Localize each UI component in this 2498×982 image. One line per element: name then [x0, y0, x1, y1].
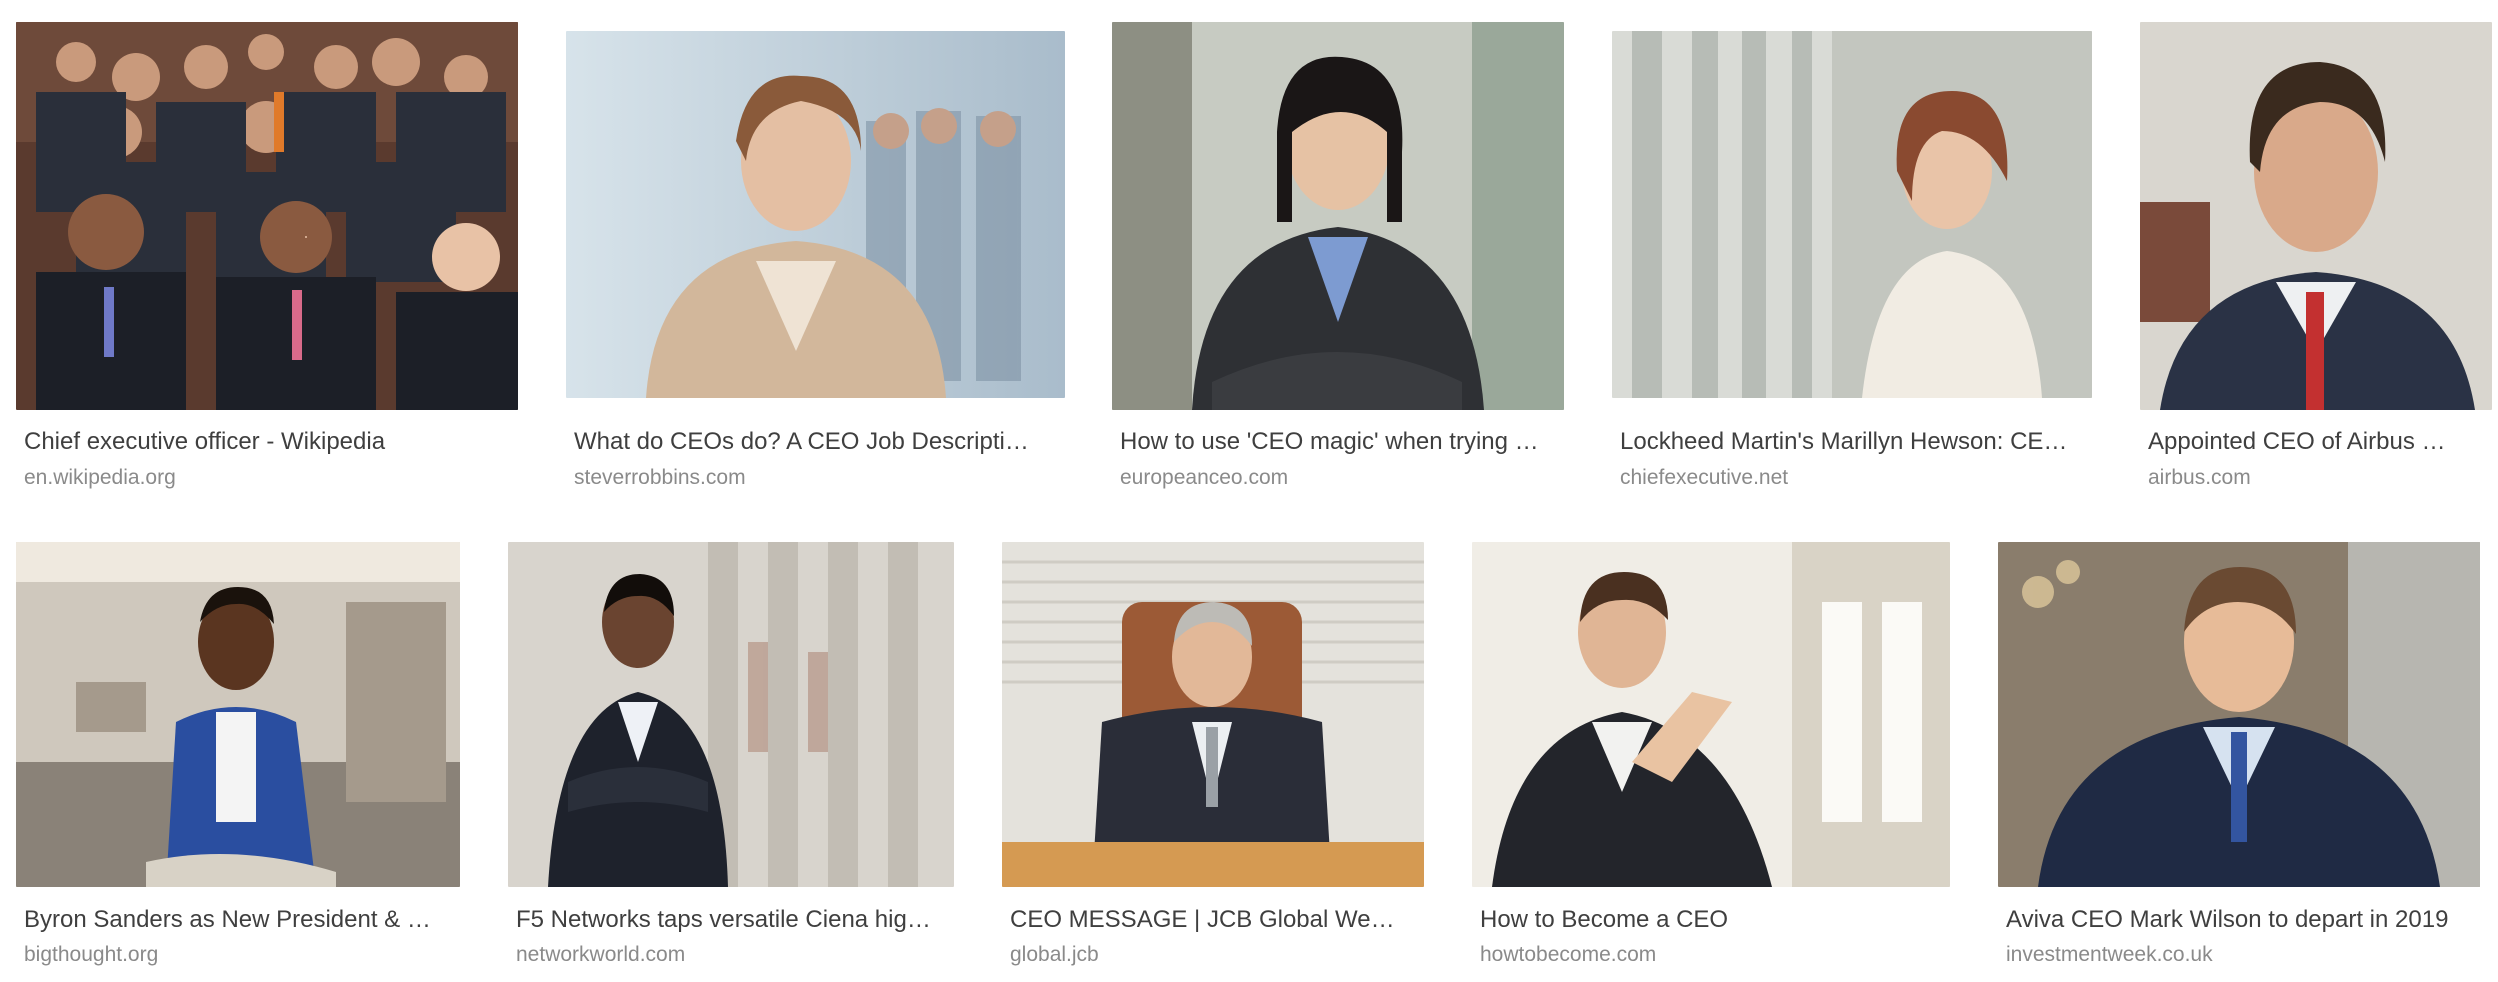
result-image[interactable]: [566, 31, 1065, 398]
result-image[interactable]: [1002, 542, 1424, 887]
result-title[interactable]: Chief executive officer - Wikipedia: [24, 427, 524, 457]
result-title[interactable]: Aviva CEO Mark Wilson to depart in 2019: [2006, 905, 2476, 935]
result-title[interactable]: F5 Networks taps versatile Ciena hig…: [516, 905, 956, 935]
result-tile[interactable]: Byron Sanders as New President & … bigth…: [0, 520, 480, 982]
result-source[interactable]: airbus.com: [2148, 465, 2478, 491]
result-tile[interactable]: CEO MESSAGE | JCB Global We… global.jcb: [990, 520, 1450, 982]
result-tile[interactable]: Chief executive officer - Wikipedia en.w…: [0, 0, 530, 500]
result-title[interactable]: Appointed CEO of Airbus …: [2148, 427, 2478, 457]
result-title[interactable]: Lockheed Martin's Marillyn Hewson: CE…: [1620, 427, 2092, 457]
result-title[interactable]: CEO MESSAGE | JCB Global We…: [1010, 905, 1430, 935]
result-source[interactable]: en.wikipedia.org: [24, 465, 524, 491]
result-source[interactable]: chiefexecutive.net: [1620, 465, 2092, 491]
result-title[interactable]: How to Become a CEO: [1480, 905, 1950, 935]
result-tile[interactable]: What do CEOs do? A CEO Job Descripti… st…: [560, 0, 1080, 500]
result-source[interactable]: steverrobbins.com: [574, 465, 1072, 491]
result-title[interactable]: Byron Sanders as New President & …: [24, 905, 454, 935]
result-source[interactable]: investmentweek.co.uk: [2006, 942, 2476, 968]
result-image[interactable]: [16, 542, 460, 887]
result-tile[interactable]: How to use 'CEO magic' when trying … eur…: [1100, 0, 1590, 500]
result-image[interactable]: [2140, 22, 2492, 410]
result-source[interactable]: networkworld.com: [516, 942, 956, 968]
result-image[interactable]: [16, 22, 518, 410]
result-source[interactable]: howtobecome.com: [1480, 942, 1950, 968]
result-title[interactable]: How to use 'CEO magic' when trying …: [1120, 427, 1582, 457]
result-image[interactable]: [508, 542, 954, 887]
result-source[interactable]: europeanceo.com: [1120, 465, 1582, 491]
result-image[interactable]: [1112, 22, 1564, 410]
result-image[interactable]: [1612, 31, 2092, 398]
result-tile[interactable]: Appointed CEO of Airbus … airbus.com: [2130, 0, 2498, 500]
result-tile[interactable]: F5 Networks taps versatile Ciena hig… ne…: [490, 520, 970, 982]
result-tile[interactable]: How to Become a CEO howtobecome.com: [1460, 520, 1960, 982]
result-image[interactable]: [1998, 542, 2480, 887]
result-title[interactable]: What do CEOs do? A CEO Job Descripti…: [574, 427, 1072, 457]
result-image[interactable]: [1472, 542, 1950, 887]
result-tile[interactable]: Lockheed Martin's Marillyn Hewson: CE… c…: [1600, 0, 2100, 500]
result-source[interactable]: bigthought.org: [24, 942, 454, 968]
result-source[interactable]: global.jcb: [1010, 942, 1430, 968]
result-tile[interactable]: Aviva CEO Mark Wilson to depart in 2019 …: [1980, 520, 2498, 982]
